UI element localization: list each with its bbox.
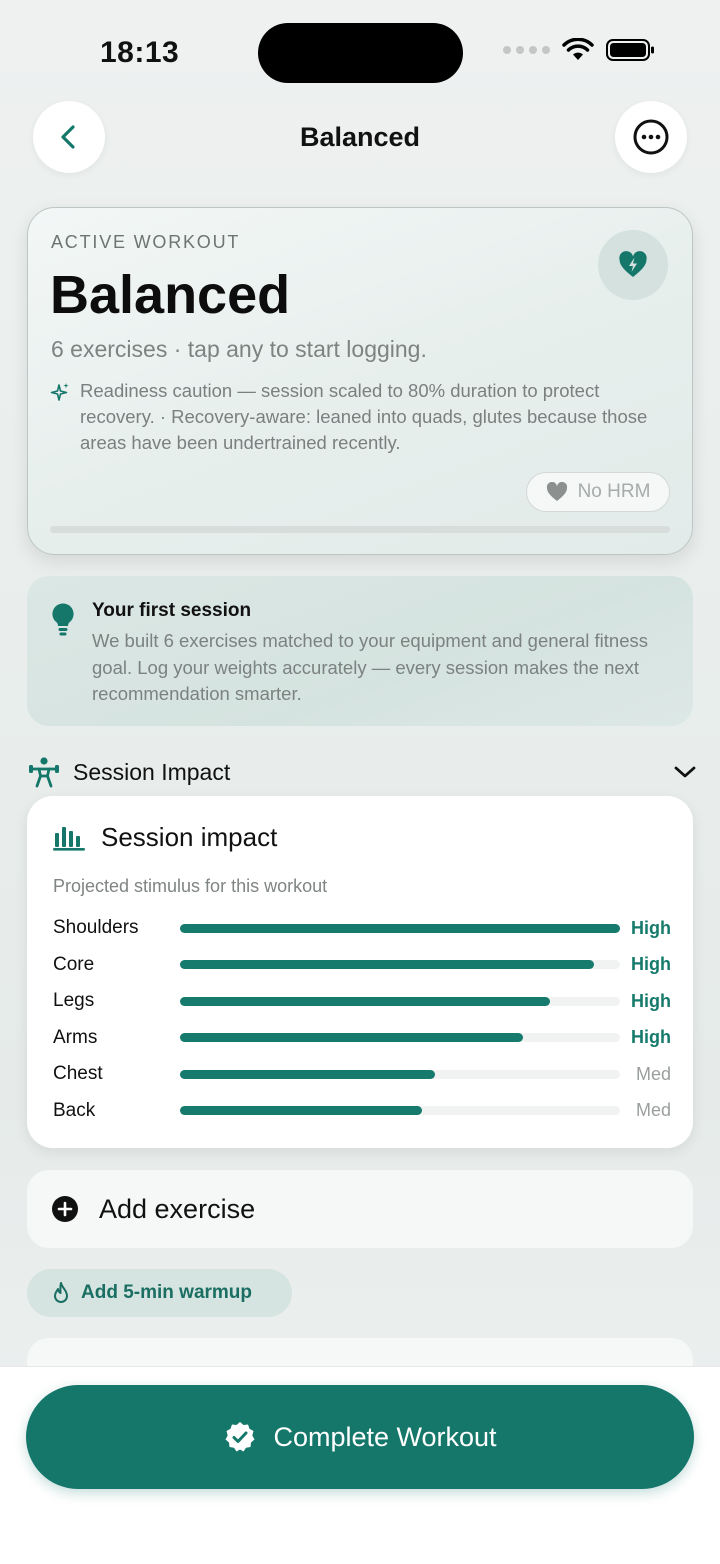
status-icons [503,38,656,62]
complete-workout-button[interactable]: Complete Workout [26,1385,694,1489]
plus-circle-icon [52,1196,78,1222]
more-button[interactable] [615,101,687,173]
impact-row: Legs High [53,983,671,1020]
impact-row-level: Med [635,1063,671,1084]
bar-chart-icon [53,826,85,851]
flame-icon [54,1282,68,1303]
readiness-note-text: Readiness caution — session scaled to 80… [80,380,648,453]
impact-bar-track [180,1033,620,1043]
impact-card-subtitle: Projected stimulus for this workout [53,876,328,896]
figure-strength-icon [29,757,59,788]
hrm-pill[interactable]: No HRM [526,472,670,512]
status-bar: 18:13 [0,0,720,100]
workout-subtitle: 6 exercises · tap any to start logging. [51,336,427,362]
footer-bar: Complete Workout [0,1366,720,1564]
first-session-title: Your first session [92,600,252,621]
impact-row: Chest Med [53,1056,671,1093]
impact-row-level: High [631,954,671,975]
first-session-card: Your first session We built 6 exercises … [27,576,693,726]
page-title: Balanced [299,122,421,152]
add-exercise-label: Add exercise [99,1193,256,1224]
workout-progress-track [50,526,670,533]
heart-icon [546,482,567,501]
add-warmup-button[interactable]: Add 5-min warmup [27,1269,292,1317]
impact-row: Arms High [53,1020,671,1057]
impact-bar-track [180,1106,620,1116]
status-time: 18:13 [100,36,180,69]
ellipsis-circle-icon [633,119,669,155]
impact-row-level: High [631,917,671,938]
add-exercise-button[interactable]: Add exercise [27,1170,693,1248]
battery-icon [606,39,654,61]
impact-bar-fill [180,1033,524,1043]
impact-bar-fill [180,960,594,970]
impact-card-title: Session impact [101,822,278,852]
impact-row: Core High [53,947,671,984]
impact-row: Back Med [53,1093,671,1130]
impact-row-label: Arms [53,1026,98,1048]
session-impact-label: Session Impact [73,758,231,785]
add-warmup-label: Add 5-min warmup [81,1282,253,1303]
impact-row: Shoulders High [53,910,671,947]
heart-bolt-icon [619,251,647,277]
impact-row-level: High [631,1027,671,1048]
impact-title-row: Session impact [53,822,277,853]
checkmark-seal-icon [225,1422,255,1452]
wifi-icon [562,38,594,60]
dynamic-island [258,23,463,83]
nav-bar: Balanced [0,100,720,176]
impact-row-label: Legs [53,990,95,1012]
impact-bar-fill [180,1106,422,1116]
impact-bar-track [180,1069,620,1079]
complete-workout-label: Complete Workout [273,1421,497,1452]
impact-bar-fill [180,923,620,933]
active-workout-eyebrow: ACTIVE WORKOUT [51,232,241,252]
impact-row-label: Core [53,953,95,975]
session-impact-toggle[interactable]: Session Impact [27,752,697,792]
impact-row-label: Back [53,1099,96,1121]
impact-bar-fill [180,996,550,1006]
impact-bar-track [180,960,620,970]
impact-rows: Shoulders High Core High Legs High Arms High Che… [53,910,671,1129]
first-session-body: We built 6 exercises matched to your equ… [92,630,648,704]
impact-row-level: High [631,990,671,1011]
chevron-down-icon [674,766,696,778]
sparkle-icon [50,383,69,401]
readiness-note: Readiness caution — session scaled to 80… [50,378,675,456]
impact-row-level: Med [635,1100,671,1121]
active-workout-card: ACTIVE WORKOUT Balanced 6 exercises · ta… [27,207,693,555]
impact-bar-track [180,996,620,1006]
workout-title: Balanced [50,265,291,325]
hrm-label: No HRM [577,481,651,502]
lightbulb-icon [52,603,74,636]
impact-bar-fill [180,1069,436,1079]
impact-row-label: Chest [53,1063,103,1085]
session-impact-card: Session impact Projected stimulus for th… [27,796,693,1148]
heart-badge[interactable] [598,230,668,300]
cellular-icon [503,46,550,54]
impact-row-label: Shoulders [53,917,139,939]
impact-bar-track [180,923,620,933]
